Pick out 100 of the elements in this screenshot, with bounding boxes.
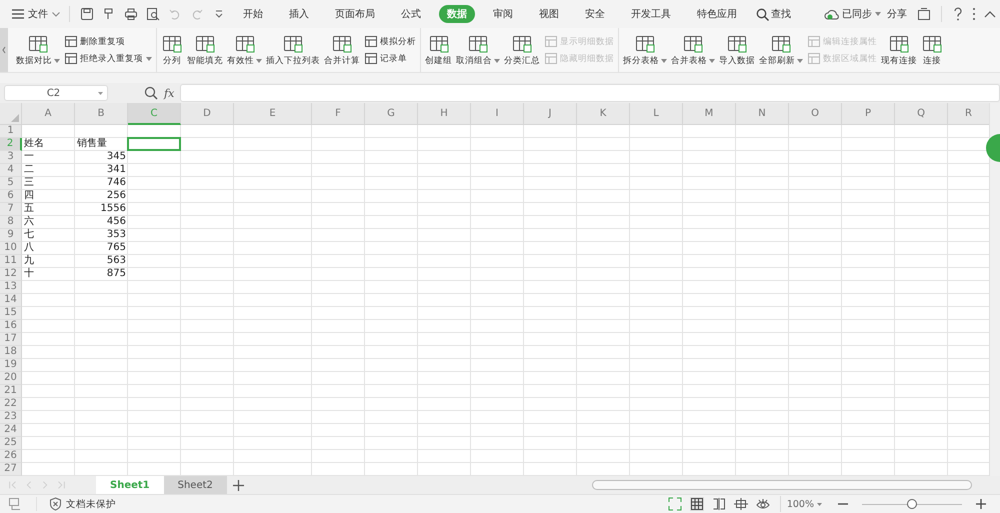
window-icon[interactable] [917, 7, 931, 21]
menu-tab[interactable]: 页面布局 [327, 5, 383, 23]
column-header[interactable]: N [736, 103, 789, 125]
row-header[interactable]: 3 [0, 151, 22, 164]
zoom-slider-thumb[interactable] [907, 499, 917, 509]
file-menu[interactable]: 文件 [9, 5, 63, 23]
row-header[interactable]: 9 [0, 229, 22, 242]
row-header[interactable]: 15 [0, 307, 22, 320]
column-header[interactable]: J [524, 103, 577, 125]
ribbon-button[interactable]: 数据对比 [14, 28, 62, 72]
column-header[interactable]: E [234, 103, 312, 125]
function-button[interactable]: fx [164, 86, 174, 100]
row-header[interactable]: 23 [0, 411, 22, 424]
column-header[interactable]: B [75, 103, 128, 125]
ribbon-button[interactable]: 连接 [919, 28, 945, 72]
fullscreen-icon[interactable] [668, 497, 682, 511]
row-header[interactable]: 19 [0, 359, 22, 372]
ribbon-button[interactable]: 合并表格 [669, 28, 717, 72]
search-button[interactable]: 查找 [756, 7, 791, 21]
row-header[interactable]: 20 [0, 372, 22, 385]
name-box[interactable]: C2 [4, 85, 108, 101]
column-header[interactable]: Q [895, 103, 948, 125]
ribbon-button[interactable]: 合并计算 [322, 28, 362, 72]
ribbon-button[interactable]: 分列 [159, 28, 185, 72]
menu-tab[interactable]: 审阅 [485, 5, 521, 23]
row-header[interactable]: 13 [0, 281, 22, 294]
column-header[interactable]: P [842, 103, 895, 125]
ribbon-button[interactable]: 拒绝录入重复项 [64, 52, 152, 65]
normal-view-icon[interactable] [690, 497, 704, 511]
row-header[interactable]: 14 [0, 294, 22, 307]
column-header[interactable]: C [128, 103, 181, 125]
zoom-in-icon[interactable] [976, 499, 986, 509]
ribbon-button[interactable]: 分类汇总 [502, 28, 542, 72]
row-header[interactable]: 2 [0, 138, 22, 151]
share-button[interactable]: 分享 [887, 7, 907, 21]
row-header[interactable]: 6 [0, 190, 22, 203]
print-icon[interactable] [124, 7, 138, 21]
row-header[interactable]: 4 [0, 164, 22, 177]
column-header[interactable]: I [471, 103, 524, 125]
row-header[interactable]: 25 [0, 437, 22, 450]
page-layout-icon[interactable] [734, 497, 748, 511]
ribbon-button[interactable]: 模拟分析 [364, 35, 416, 48]
column-header[interactable]: D [181, 103, 234, 125]
sheet-tab[interactable]: Sheet2 [164, 476, 227, 494]
collapse-icon[interactable] [984, 10, 996, 18]
row-header[interactable]: 8 [0, 216, 22, 229]
ribbon-button[interactable]: 有效性 [225, 28, 264, 72]
ribbon-button[interactable]: 记录单 [364, 52, 416, 65]
menu-tab[interactable]: 视图 [531, 5, 567, 23]
ribbon-button[interactable]: 创建组 [423, 28, 454, 72]
column-header[interactable]: G [365, 103, 418, 125]
menu-tab[interactable]: 开始 [235, 5, 271, 23]
sync-status-button[interactable]: 已同步 [824, 7, 881, 21]
row-header[interactable]: 5 [0, 177, 22, 190]
row-header[interactable]: 22 [0, 398, 22, 411]
menu-tab[interactable]: 安全 [577, 5, 613, 23]
sheet-tab[interactable]: Sheet1 [96, 476, 164, 494]
active-cell[interactable] [127, 137, 181, 151]
column-header[interactable]: R [948, 103, 990, 125]
ribbon-button[interactable]: 智能填充 [185, 28, 225, 72]
column-header[interactable]: O [789, 103, 842, 125]
row-header[interactable]: 24 [0, 424, 22, 437]
column-header[interactable]: F [312, 103, 365, 125]
ribbon-button[interactable]: 导入数据 [717, 28, 757, 72]
page-break-icon[interactable] [712, 497, 726, 511]
help-icon[interactable] [952, 7, 964, 21]
menu-tab[interactable]: 开发工具 [623, 5, 679, 23]
column-header[interactable]: H [418, 103, 471, 125]
row-header[interactable]: 21 [0, 385, 22, 398]
eye-icon[interactable] [756, 497, 770, 511]
menu-tab[interactable]: 数据 [439, 5, 475, 23]
row-header[interactable]: 11 [0, 255, 22, 268]
ribbon-button[interactable]: 现有连接 [879, 28, 919, 72]
row-header[interactable]: 26 [0, 450, 22, 463]
row-header[interactable]: 18 [0, 346, 22, 359]
row-header[interactable]: 1 [0, 125, 22, 138]
ribbon-button[interactable]: 插入下拉列表 [264, 28, 322, 72]
row-header[interactable]: 27 [0, 463, 22, 476]
column-header[interactable]: L [630, 103, 683, 125]
ribbon-button[interactable]: 删除重复项 [64, 35, 152, 48]
row-header[interactable]: 12 [0, 268, 22, 281]
menu-tab[interactable]: 公式 [393, 5, 429, 23]
row-header[interactable]: 16 [0, 320, 22, 333]
save-icon[interactable] [80, 7, 94, 21]
print-preview-icon[interactable] [146, 7, 160, 21]
menu-tab[interactable]: 插入 [281, 5, 317, 23]
menu-tab[interactable]: 特色应用 [689, 5, 745, 23]
column-header[interactable]: K [577, 103, 630, 125]
row-header[interactable]: 17 [0, 333, 22, 346]
more-icon[interactable] [972, 7, 976, 21]
zoom-level-button[interactable]: 100% [786, 498, 822, 510]
column-header[interactable]: A [22, 103, 75, 125]
ribbon-button[interactable]: 全部刷新 [757, 28, 805, 72]
add-sheet-icon[interactable] [232, 480, 244, 490]
zoom-formula-icon[interactable] [144, 86, 158, 100]
column-header[interactable]: M [683, 103, 736, 125]
row-header[interactable]: 10 [0, 242, 22, 255]
document-protection-button[interactable]: 文档未保护 [36, 497, 116, 511]
row-header[interactable]: 7 [0, 203, 22, 216]
formula-input[interactable] [180, 84, 1000, 102]
